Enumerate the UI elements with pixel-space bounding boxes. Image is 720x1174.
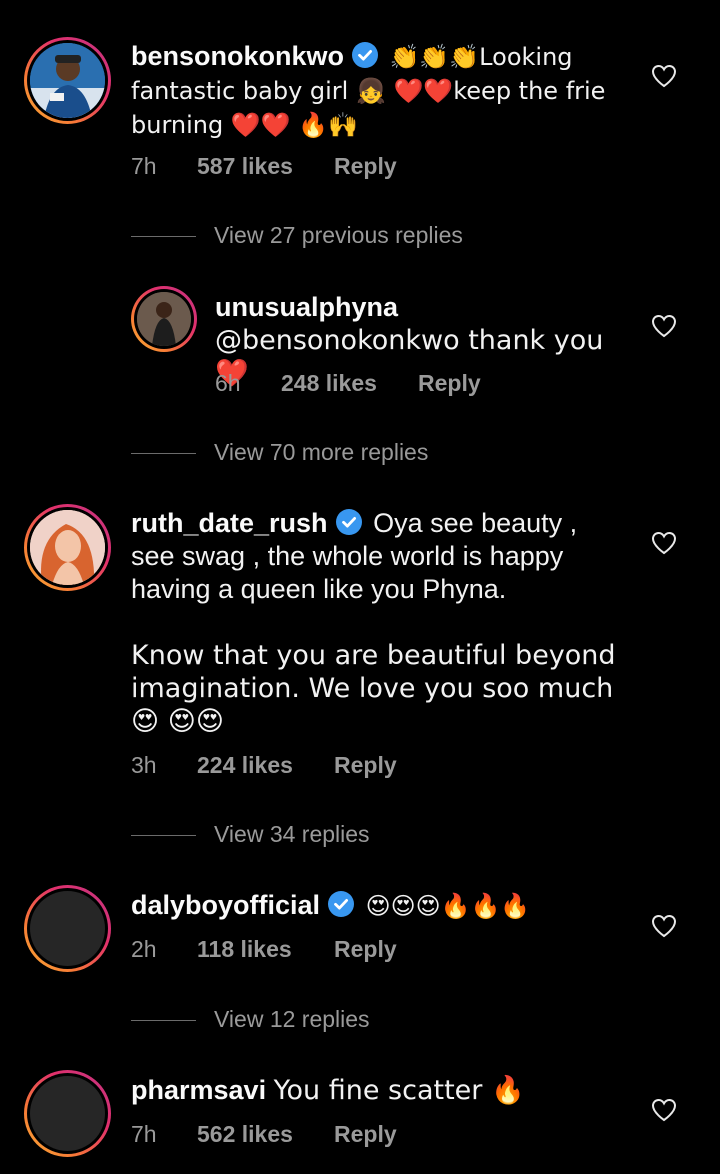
likes-count[interactable]: 248 likes	[281, 368, 418, 398]
heart-outline-icon[interactable]	[651, 64, 677, 88]
view-replies[interactable]: View 34 replies	[131, 819, 370, 849]
view-previous-replies[interactable]: View 27 previous replies	[131, 220, 463, 250]
verified-badge-icon	[335, 509, 362, 535]
username[interactable]: dalyboyofficial	[131, 890, 320, 920]
comment-time: 7h	[131, 153, 157, 179]
comment-meta: 6h 248 likes Reply	[215, 368, 481, 398]
likes-count[interactable]: 562 likes	[197, 1119, 334, 1149]
comment-text: 😍😍😍🔥🔥🔥	[365, 892, 531, 920]
reply-button[interactable]: Reply	[334, 750, 397, 780]
username[interactable]: bensonokonkwo	[131, 41, 344, 71]
username[interactable]: unusualphyna	[215, 291, 635, 324]
avatar[interactable]	[24, 37, 111, 124]
heart-outline-icon[interactable]	[651, 914, 677, 938]
likes-count[interactable]: 118 likes	[197, 934, 334, 964]
view-replies-label: View 70 more replies	[214, 439, 429, 465]
heart-outline-icon[interactable]	[651, 1098, 677, 1122]
username[interactable]: pharmsavi	[131, 1075, 266, 1105]
view-replies-label: View 27 previous replies	[214, 222, 463, 248]
comment-meta: 3h 224 likes Reply	[131, 750, 397, 780]
comment-time: 7h	[131, 1121, 157, 1147]
reply-button[interactable]: Reply	[334, 151, 397, 181]
view-replies[interactable]: View 12 replies	[131, 1004, 370, 1034]
comment-time: 2h	[131, 936, 157, 962]
comment-text: You fine scatter 🔥	[273, 1075, 525, 1106]
comment-time: 3h	[131, 752, 157, 778]
view-more-replies[interactable]: View 70 more replies	[131, 437, 428, 467]
comment-meta: 7h 587 likes Reply	[131, 151, 397, 181]
verified-badge-icon	[328, 891, 355, 917]
avatar[interactable]	[24, 885, 111, 972]
reply-button[interactable]: Reply	[334, 934, 397, 964]
avatar[interactable]	[24, 504, 111, 591]
view-replies-label: View 34 replies	[214, 821, 370, 847]
comment-text-paragraph-2: Know that you are beautiful beyond imagi…	[131, 640, 616, 737]
avatar[interactable]	[131, 286, 197, 352]
verified-badge-icon	[352, 42, 379, 68]
comment-meta: 2h 118 likes Reply	[131, 934, 397, 964]
reply-button[interactable]: Reply	[334, 1119, 397, 1149]
heart-outline-icon[interactable]	[651, 531, 677, 555]
likes-count[interactable]: 224 likes	[197, 750, 334, 780]
username[interactable]: ruth_date_rush	[131, 508, 328, 538]
avatar[interactable]	[24, 1070, 111, 1157]
view-replies-label: View 12 replies	[214, 1006, 370, 1032]
likes-count[interactable]: 587 likes	[197, 151, 334, 181]
comment-time: 6h	[215, 370, 241, 396]
heart-outline-icon[interactable]	[651, 314, 677, 338]
reply-button[interactable]: Reply	[418, 368, 481, 398]
comment-meta: 7h 562 likes Reply	[131, 1119, 397, 1149]
